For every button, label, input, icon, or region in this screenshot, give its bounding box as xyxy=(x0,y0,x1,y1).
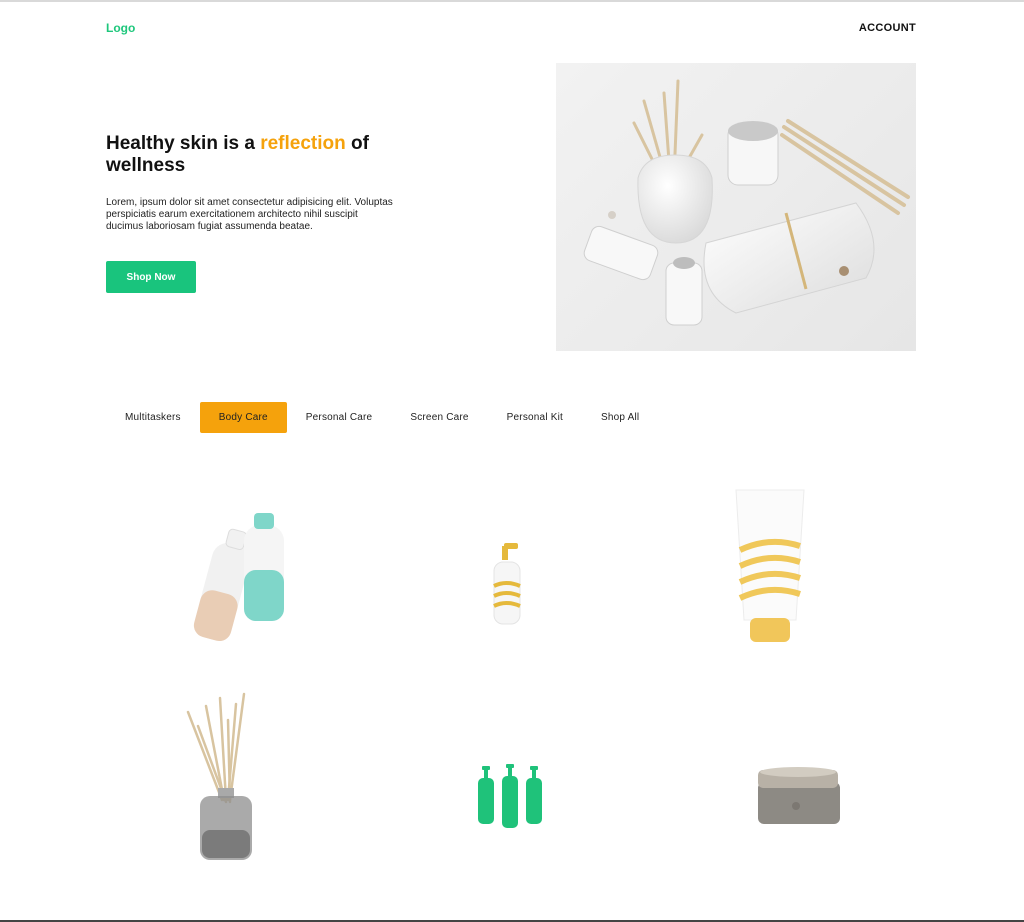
reed-diffuser-image xyxy=(186,692,252,860)
spa-products-illustration xyxy=(583,79,910,326)
top-border xyxy=(0,0,1024,2)
two-bottles-image xyxy=(193,513,284,642)
shop-now-button[interactable]: Shop Now xyxy=(106,261,196,293)
product-card[interactable] xyxy=(486,540,526,630)
yellow-tube-image xyxy=(735,489,805,642)
account-link[interactable]: ACCOUNT xyxy=(859,22,916,34)
hero-title-part-1: Healthy skin is a xyxy=(106,133,261,154)
green-pump-bottles-image xyxy=(478,764,542,828)
product-card[interactable] xyxy=(476,764,546,830)
hero-description: Lorem, ipsum dolor sit amet consectetur … xyxy=(106,197,393,232)
logo-link[interactable]: Logo xyxy=(106,21,135,35)
hero-title: Healthy skin is a reflection of wellness xyxy=(106,133,406,177)
pump-bottle-image xyxy=(493,543,521,625)
tab-body-care[interactable]: Body Care xyxy=(199,402,287,433)
tab-personal-kit[interactable]: Personal Kit xyxy=(488,402,582,433)
product-card[interactable] xyxy=(180,505,300,650)
product-card[interactable] xyxy=(730,486,810,646)
tab-shop-all[interactable]: Shop All xyxy=(582,402,658,433)
product-card[interactable] xyxy=(720,762,842,828)
metal-jar-image xyxy=(758,767,840,824)
tab-personal-care[interactable]: Personal Care xyxy=(287,402,392,433)
tab-screen-care[interactable]: Screen Care xyxy=(391,402,487,433)
product-card[interactable] xyxy=(184,690,274,880)
tab-multitaskers[interactable]: Multitaskers xyxy=(106,402,200,433)
category-tabs: Multitaskers Body Care Personal Care Scr… xyxy=(106,402,658,433)
hero-title-accent: reflection xyxy=(260,133,346,154)
hero-image xyxy=(556,63,916,351)
